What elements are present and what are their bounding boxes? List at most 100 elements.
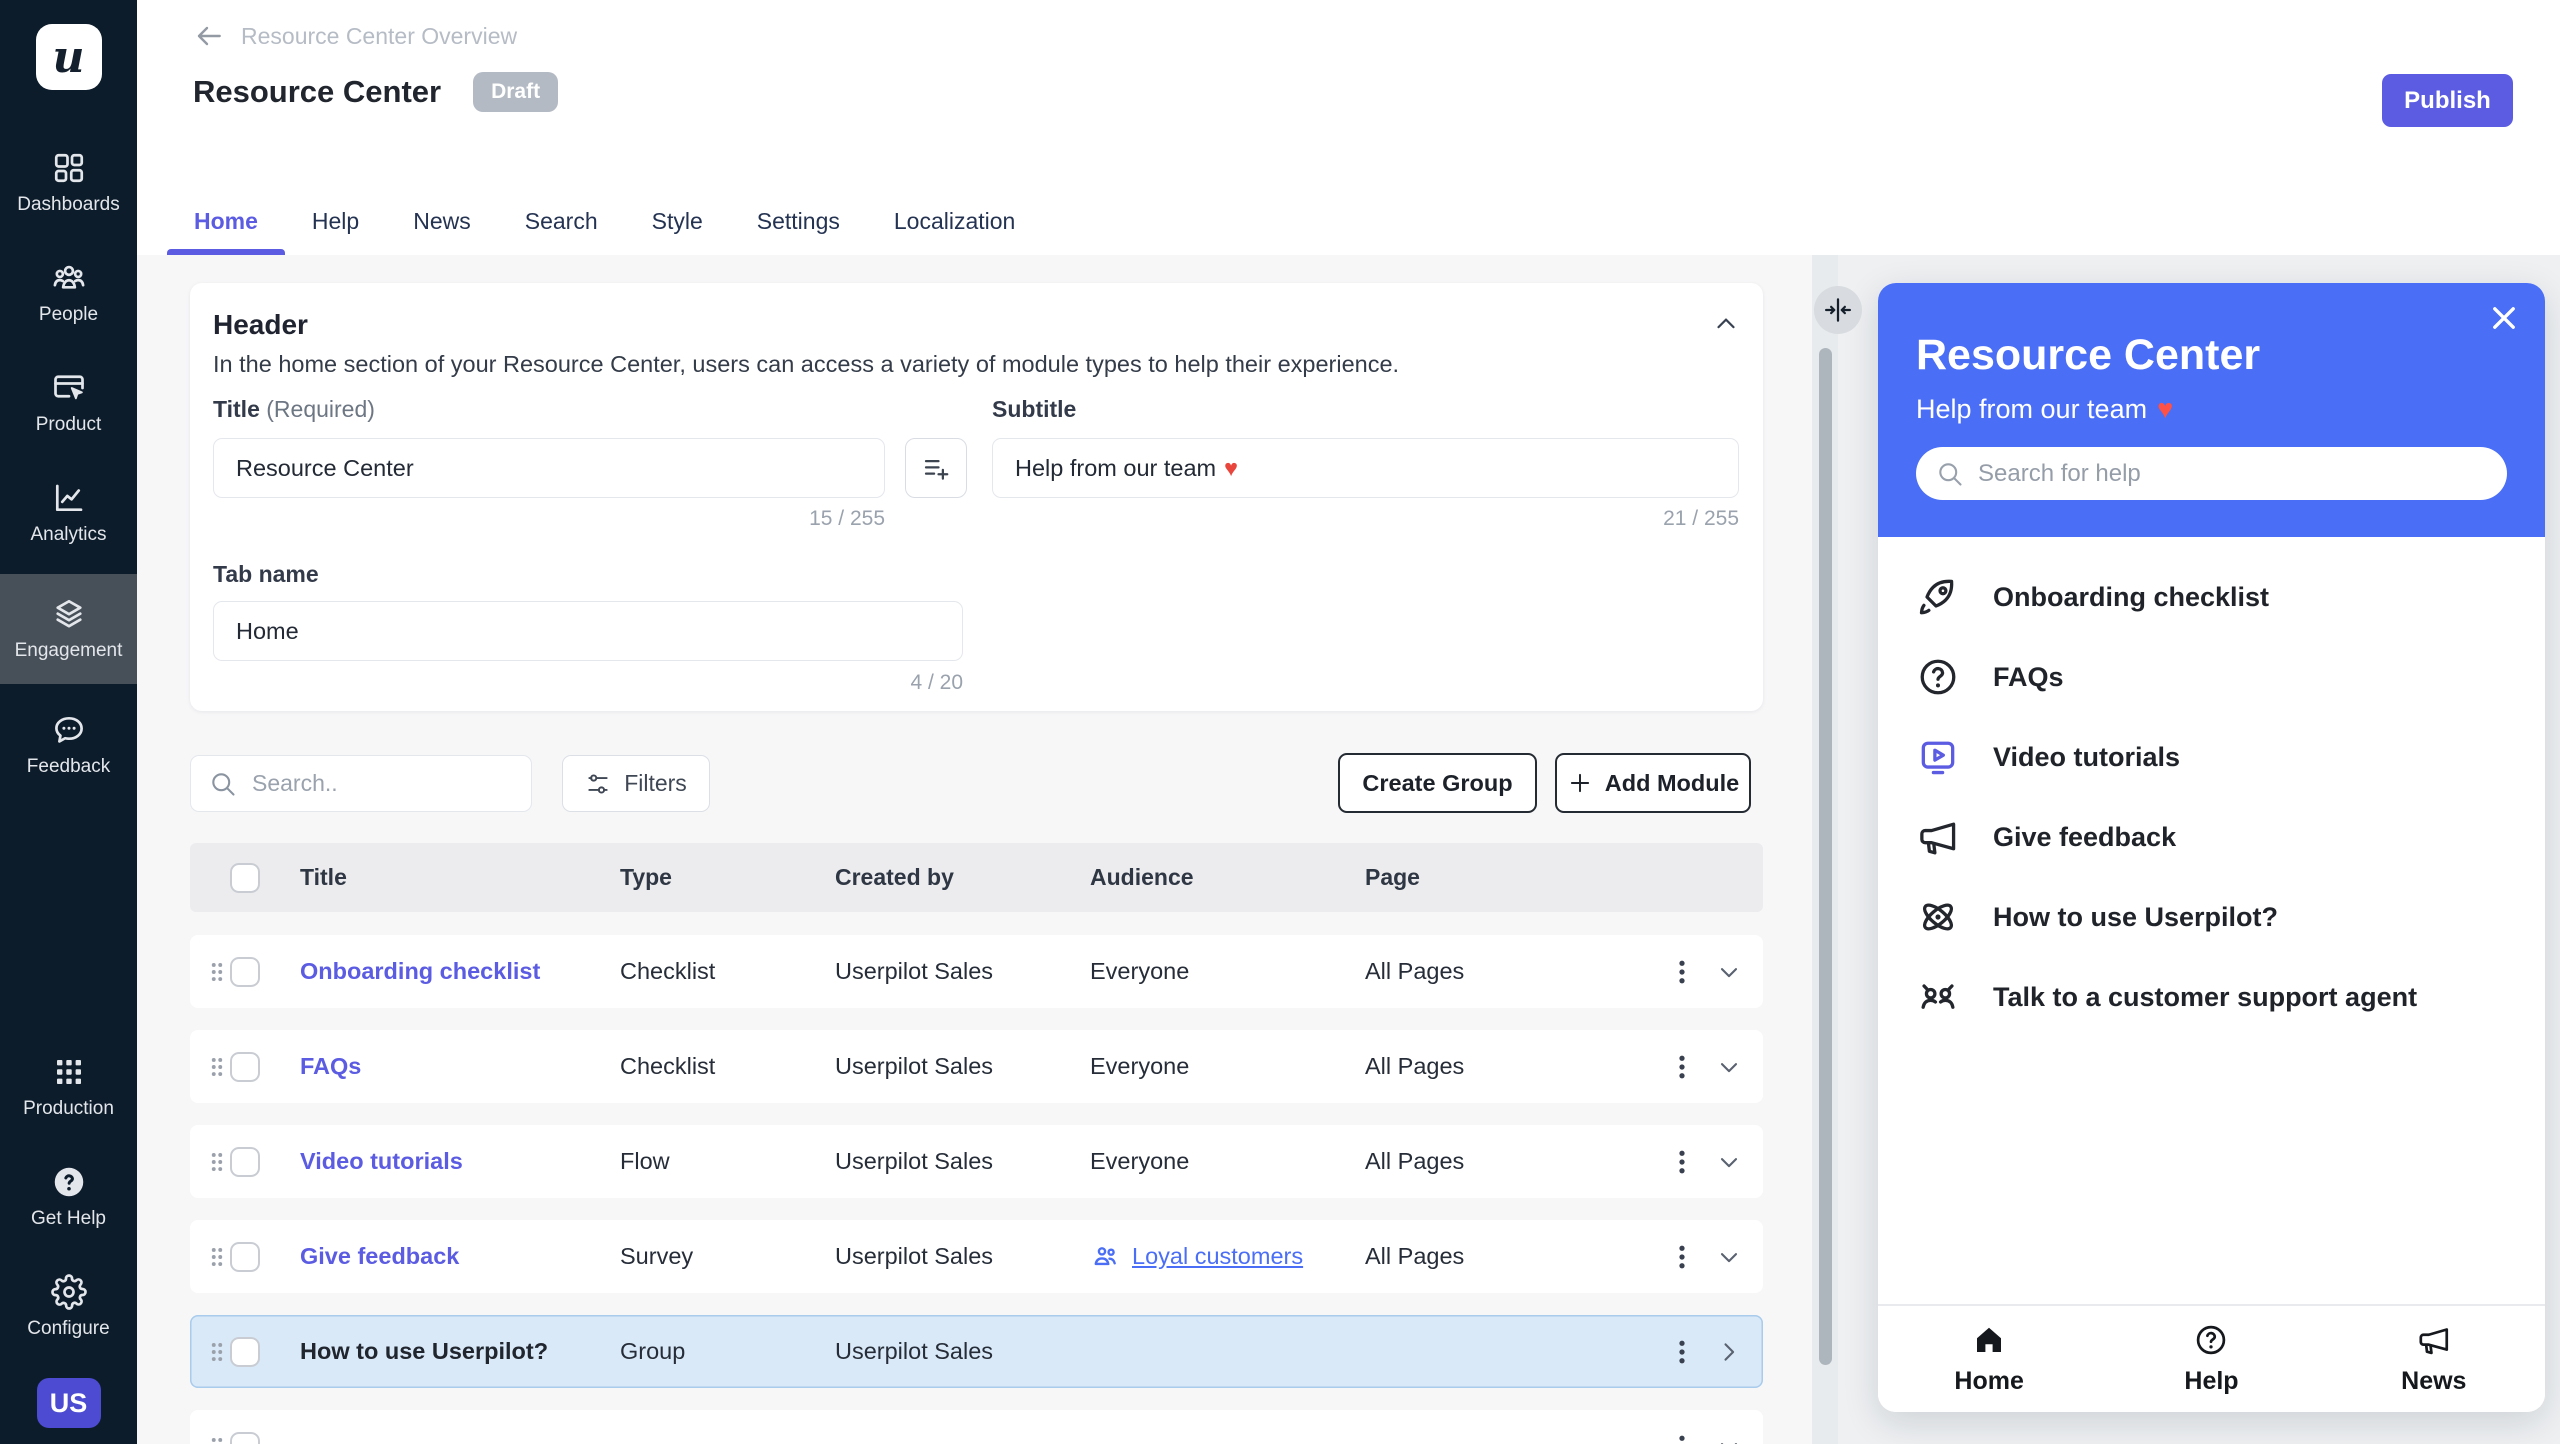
kebab-menu-icon[interactable]	[1667, 1242, 1697, 1272]
status-badge: Draft	[473, 72, 558, 112]
title-row: Resource Center Draft	[193, 72, 558, 112]
title-field-input[interactable]	[213, 438, 885, 498]
tab-search[interactable]: Search	[498, 208, 625, 255]
add-module-button[interactable]: Add Module	[1555, 753, 1751, 813]
tab-style[interactable]: Style	[625, 208, 730, 255]
create-group-button[interactable]: Create Group	[1338, 753, 1537, 813]
sidebar-item-dashboards[interactable]: Dashboards	[0, 134, 137, 232]
module-title-link[interactable]: Give feedback	[300, 1243, 620, 1270]
sidebar-item-configure[interactable]: Configure	[0, 1258, 137, 1356]
tabname-counter: 4 / 20	[213, 671, 963, 695]
drag-handle-icon[interactable]	[204, 1054, 230, 1080]
sidebar-item-get-help[interactable]: Get Help	[0, 1148, 137, 1246]
table-row[interactable]: How to use Userpilot? Group Userpilot Sa…	[190, 1315, 1763, 1388]
preview-item-give-feedback[interactable]: Give feedback	[1916, 797, 2507, 877]
row-chevron-icon[interactable]	[1715, 1338, 1743, 1366]
table-row[interactable]: FAQs Checklist Userpilot Sales Everyone …	[190, 1030, 1763, 1103]
row-chevron-icon[interactable]	[1715, 1433, 1743, 1444]
kebab-menu-icon[interactable]	[1667, 957, 1697, 987]
kebab-menu-icon[interactable]	[1667, 1052, 1697, 1082]
table-row[interactable]: Give feedback Survey Userpilot Sales Loy…	[190, 1220, 1763, 1293]
kebab-menu-icon[interactable]	[1667, 1337, 1697, 1367]
drag-handle-icon[interactable]	[204, 1339, 230, 1365]
col-page: Page	[1365, 864, 1690, 891]
row-chevron-icon[interactable]	[1715, 1148, 1743, 1176]
table-header: Title Type Created by Audience Page	[190, 843, 1763, 912]
row-chevron-icon[interactable]	[1715, 1243, 1743, 1271]
scrollbar-thumb[interactable]	[1819, 348, 1832, 1365]
kebab-menu-icon[interactable]	[1667, 1432, 1697, 1444]
sidebar-item-product[interactable]: Product	[0, 354, 137, 452]
preview-item-video-tutorials[interactable]: Video tutorials	[1916, 717, 2507, 797]
chevron-up-icon[interactable]	[1711, 309, 1741, 339]
row-checkbox[interactable]	[230, 1147, 260, 1177]
subtitle-field-input[interactable]: Help from our team ♥	[992, 438, 1739, 498]
audience-segment-link[interactable]: Loyal customers	[1090, 1241, 1365, 1273]
drag-handle-icon[interactable]	[204, 1244, 230, 1270]
close-icon[interactable]	[2487, 301, 2521, 335]
row-checkbox[interactable]	[230, 1432, 260, 1444]
home-filled-icon	[1971, 1322, 2007, 1358]
filters-icon	[585, 771, 611, 797]
tab-help[interactable]: Help	[285, 208, 386, 255]
support-icon	[1916, 975, 1960, 1019]
col-type: Type	[620, 864, 835, 891]
sidebar-item-analytics[interactable]: Analytics	[0, 464, 137, 562]
kebab-menu-icon[interactable]	[1667, 1147, 1697, 1177]
preview-nav-help[interactable]: Help	[2100, 1306, 2322, 1412]
drag-handle-icon[interactable]	[204, 1434, 230, 1444]
tabname-field-input[interactable]	[213, 601, 963, 661]
drag-handle-icon[interactable]	[204, 959, 230, 985]
preview-item-talk-to-a-customer-support-agent[interactable]: Talk to a customer support agent	[1916, 957, 2507, 1037]
atom-icon	[1916, 895, 1960, 939]
drag-handle-icon[interactable]	[204, 1149, 230, 1175]
tab-settings[interactable]: Settings	[730, 208, 867, 255]
sidebar-item-production[interactable]: Production	[0, 1038, 137, 1136]
module-title-link[interactable]: FAQs	[300, 1053, 620, 1080]
table-row[interactable]	[190, 1410, 1763, 1444]
module-title-link[interactable]: How to use Userpilot?	[300, 1338, 620, 1365]
preview-item-how-to-use-userpilot[interactable]: How to use Userpilot?	[1916, 877, 2507, 957]
avatar[interactable]: US	[37, 1378, 101, 1428]
filters-button[interactable]: Filters	[562, 755, 710, 812]
tab-home[interactable]: Home	[167, 208, 285, 255]
row-checkbox[interactable]	[230, 1337, 260, 1367]
breadcrumb[interactable]: Resource Center Overview	[193, 20, 517, 52]
row-chevron-icon[interactable]	[1715, 1053, 1743, 1081]
preview-item-faqs[interactable]: FAQs	[1916, 637, 2507, 717]
preview-search	[1916, 447, 2507, 500]
tab-localization[interactable]: Localization	[867, 208, 1042, 255]
sidebar-bottom-items: Production Get Help Configure	[0, 994, 137, 1356]
publish-button[interactable]: Publish	[2382, 74, 2513, 127]
preview-nav-news[interactable]: News	[2323, 1306, 2545, 1412]
sidebar-item-engagement[interactable]: Engagement	[0, 574, 137, 684]
text-template-button[interactable]	[905, 438, 967, 498]
preview-item-onboarding-checklist[interactable]: Onboarding checklist	[1916, 557, 2507, 637]
module-title-link[interactable]: Video tutorials	[300, 1148, 620, 1175]
tab-news[interactable]: News	[386, 208, 498, 255]
megaphone-icon	[1916, 815, 1960, 859]
search-icon	[1936, 460, 1964, 488]
userpilot-logo[interactable]: u	[36, 24, 102, 90]
sidebar-item-feedback[interactable]: Feedback	[0, 696, 137, 794]
preview-search-input[interactable]	[1978, 460, 2487, 488]
table-row[interactable]: Video tutorials Flow Userpilot Sales Eve…	[190, 1125, 1763, 1198]
search-input[interactable]	[252, 770, 513, 797]
question-circle-icon	[2193, 1322, 2229, 1358]
table-row[interactable]: Onboarding checklist Checklist Userpilot…	[190, 935, 1763, 1008]
card-title: Header	[213, 309, 308, 341]
sidebar-item-people[interactable]: People	[0, 244, 137, 342]
collapse-preview-handle[interactable]	[1814, 286, 1862, 334]
tab-bar: HomeHelpNewsSearchStyleSettingsLocalizat…	[167, 208, 1042, 255]
production-icon	[51, 1054, 87, 1090]
select-all-checkbox[interactable]	[230, 863, 260, 893]
row-checkbox[interactable]	[230, 957, 260, 987]
row-chevron-icon[interactable]	[1715, 958, 1743, 986]
row-checkbox[interactable]	[230, 1242, 260, 1272]
row-checkbox[interactable]	[230, 1052, 260, 1082]
users-icon	[1090, 1241, 1122, 1273]
module-title-link[interactable]: Onboarding checklist	[300, 958, 620, 985]
preview-nav-home[interactable]: Home	[1878, 1306, 2100, 1412]
header-card: Header In the home section of your Resou…	[190, 283, 1763, 711]
preview-header: Resource Center Help from our team ♥	[1878, 283, 2545, 537]
